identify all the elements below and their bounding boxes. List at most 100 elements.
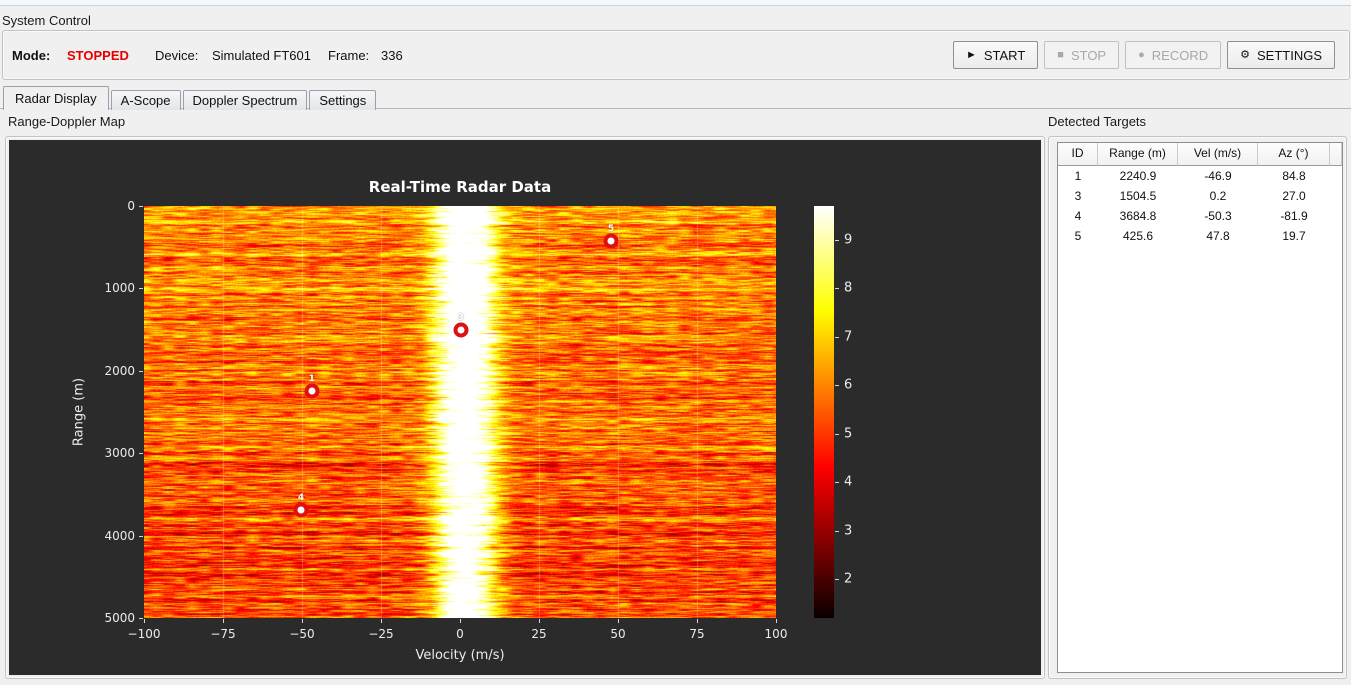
table-cell: 4 <box>1074 209 1082 223</box>
x-tick-label: −25 <box>368 627 394 641</box>
colorbar <box>814 206 834 618</box>
x-axis-label: Velocity (m/s) <box>415 648 505 663</box>
column-header-filler <box>1330 143 1342 166</box>
table-cell: -46.9 <box>1204 169 1232 183</box>
y-axis-label: Range (m) <box>71 377 87 447</box>
control-button-row: ► START ■ STOP ● RECORD ⚙ SETTINGS <box>952 41 1335 69</box>
column-header-az[interactable]: Az (°) <box>1258 143 1330 166</box>
stop-button[interactable]: ■ STOP <box>1044 41 1120 69</box>
x-tick-label: 25 <box>531 627 547 641</box>
tab-doppler-spectrum[interactable]: Doppler Spectrum <box>182 90 308 110</box>
y-tick-label: 1000 <box>104 281 135 296</box>
target-marker-label: 1 <box>308 373 315 384</box>
colorbar-tick-label: 9 <box>844 232 853 248</box>
y-tick-label: 4000 <box>104 528 135 543</box>
detected-targets-group: ID Range (m) Vel (m/s) Az (°) 1 2240.9 -46.9 84… <box>1048 136 1347 679</box>
frame-label: Frame: <box>328 48 370 63</box>
table-cell: 47.8 <box>1206 229 1230 243</box>
y-tick <box>139 288 143 290</box>
x-tick <box>697 619 698 623</box>
tab-bar: Radar Display A-Scope Doppler Spectrum Sett… <box>3 86 378 110</box>
range-doppler-map-title: Range-Doppler Map <box>8 114 126 129</box>
y-tick-label: 5000 <box>104 611 135 625</box>
colorbar-tick <box>835 482 839 484</box>
table-cell: 1 <box>1074 169 1082 183</box>
start-button-label: START <box>983 47 1026 63</box>
x-tick-label: −50 <box>289 627 315 641</box>
table-cell: 3684.8 <box>1119 209 1157 223</box>
target-marker <box>453 322 469 338</box>
device-label: Device: <box>155 48 199 63</box>
x-tick-label: 0 <box>456 627 464 641</box>
x-tick <box>618 619 619 623</box>
y-tick <box>139 453 143 455</box>
x-tick-label: 50 <box>610 627 626 641</box>
y-tick <box>139 206 143 207</box>
table-cell: 1504.5 <box>1119 189 1157 203</box>
tab-a-scope[interactable]: A-Scope <box>110 90 181 110</box>
y-tick <box>139 370 143 372</box>
stop-button-label: STOP <box>1070 47 1107 63</box>
x-tick <box>223 619 224 623</box>
target-marker <box>304 383 320 399</box>
column-header-velms[interactable]: Vel (m/s) <box>1178 143 1258 166</box>
colorbar-tick <box>835 579 839 581</box>
colorbar-tick <box>835 433 839 435</box>
y-tick <box>139 618 143 619</box>
target-marker-label: 5 <box>607 224 615 235</box>
range-doppler-heatmap <box>144 206 776 618</box>
table-header-row: ID Range (m) Vel (m/s) Az (°) <box>1058 143 1342 166</box>
target-marker <box>603 233 619 249</box>
colorbar-tick <box>835 530 839 532</box>
table-cell: 3 <box>1074 189 1082 203</box>
colorbar-tick <box>835 288 839 290</box>
table-cell: -81.9 <box>1280 209 1308 223</box>
x-tick-label: 75 <box>689 627 705 641</box>
device-value: Simulated FT601 <box>212 48 311 63</box>
detected-targets-table[interactable]: ID Range (m) Vel (m/s) Az (°) 1 2240.9 -46.9 84… <box>1057 142 1343 673</box>
app-window: FileViewToolsHelp System Control Mode: S… <box>0 0 1351 685</box>
colorbar-tick-label: 3 <box>844 523 853 539</box>
detected-targets-title: Detected Targets <box>1048 114 1147 129</box>
colorbar-tick <box>835 385 839 387</box>
x-tick <box>460 619 461 623</box>
settings-button[interactable]: ⚙ SETTINGS <box>1227 41 1335 69</box>
mode-label: Mode: <box>12 48 51 63</box>
colorbar-tick-label: 4 <box>844 474 853 490</box>
colorbar-tick-label: 6 <box>844 377 853 393</box>
record-button-label: RECORD <box>1151 47 1209 63</box>
record-icon: ● <box>1138 48 1145 61</box>
table-cell: 84.8 <box>1282 169 1306 183</box>
start-button[interactable]: ► START <box>952 41 1039 69</box>
column-header-rangem[interactable]: Range (m) <box>1098 143 1178 166</box>
table-row[interactable]: 1 2240.9 -46.9 84.8 <box>1058 166 1342 186</box>
colorbar-tick <box>835 239 839 241</box>
x-tick-label: −100 <box>127 627 161 641</box>
stop-icon: ■ <box>1057 48 1064 61</box>
frame-value: 336 <box>381 48 403 63</box>
range-doppler-map-group: Real-Time Radar Data Velocity (m/s) Rang… <box>5 136 1045 679</box>
radar-plot-panel: Real-Time Radar Data Velocity (m/s) Rang… <box>9 140 1041 675</box>
play-icon: ► <box>965 48 977 61</box>
tab-settings[interactable]: Settings <box>309 90 377 110</box>
plot-title: Real-Time Radar Data <box>368 178 552 196</box>
table-row[interactable]: 5 425.6 47.8 19.7 <box>1058 226 1342 246</box>
table-row[interactable]: 3 1504.5 0.2 27.0 <box>1058 186 1342 206</box>
x-tick <box>144 619 145 623</box>
colorbar-tick <box>835 336 839 338</box>
table-cell: 19.7 <box>1282 229 1306 243</box>
mode-value: STOPPED <box>67 48 129 63</box>
tab-radar-display[interactable]: Radar Display <box>3 86 109 110</box>
menu-bar: FileViewToolsHelp <box>0 0 1351 6</box>
column-header-id[interactable]: ID <box>1058 143 1098 166</box>
colorbar-tick-label: 5 <box>844 426 853 442</box>
table-row[interactable]: 4 3684.8 -50.3 -81.9 <box>1058 206 1342 226</box>
table-cell: 0.2 <box>1209 189 1227 203</box>
record-button[interactable]: ● RECORD <box>1125 41 1222 69</box>
system-control-title: System Control <box>2 13 91 28</box>
x-tick <box>381 619 382 623</box>
target-marker <box>293 502 309 518</box>
y-tick-label: 3000 <box>104 446 135 461</box>
y-tick <box>139 535 143 537</box>
x-tick <box>776 619 777 623</box>
